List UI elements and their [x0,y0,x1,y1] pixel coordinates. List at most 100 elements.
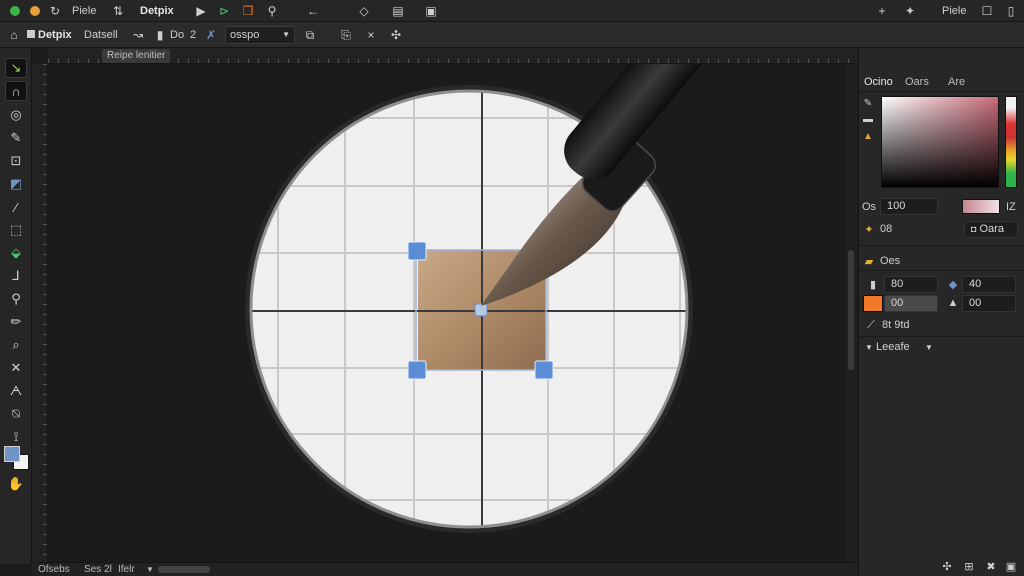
brush-mode-button[interactable]: ◘ Oara [964,221,1018,238]
hand-tool-icon[interactable]: ✋ [5,474,27,494]
more-icon[interactable]: ▯ [1003,3,1019,19]
document-icon[interactable]: ▤ [390,3,406,19]
ellipse-tool-icon[interactable]: ◎ [5,105,27,125]
curve-icon[interactable]: ↝ [130,27,146,43]
window-orange-dot[interactable] [30,6,40,16]
field-c[interactable]: 00 [884,295,938,312]
current-color-preview[interactable] [962,199,1000,214]
arrow-left-icon[interactable]: ← [305,3,321,19]
drop-icon: ◆ [948,278,958,291]
mode-select[interactable]: osspo ▼ [225,26,295,44]
diamond-icon[interactable]: ◇ [356,3,372,19]
text-tool-icon[interactable]: ⅃ [5,266,27,286]
canvas-area[interactable] [48,64,858,564]
field-d[interactable]: 00 [962,295,1016,312]
horizontal-scroll-thumb[interactable] [158,566,210,573]
maximize-icon[interactable]: ☐ [979,3,995,19]
menu-file[interactable]: Piele [72,3,96,19]
layers-section-title[interactable]: Leeafe [876,340,910,354]
tab-swatches[interactable]: Oars [905,75,929,89]
layer-icon: ▮ [869,278,877,291]
transform-icon[interactable]: ⇅ [110,3,126,19]
pen-tool-icon[interactable]: ✎ [5,128,27,148]
clone-tool-icon[interactable]: ⟟ [5,427,27,447]
layers-copy-icon[interactable]: ❐ [240,3,256,19]
refresh-icon[interactable]: ↻ [47,3,63,19]
foreground-color-swatch[interactable] [4,446,20,462]
picker-fill-icon[interactable]: ▲ [862,130,874,142]
vertical-scroll-thumb[interactable] [848,250,854,370]
group-icon[interactable]: ⊞ [962,559,976,573]
document-tab-icon [27,30,35,38]
chevron-down-icon[interactable]: ▼ [922,340,936,354]
crop-tool-icon[interactable]: ⊡ [5,151,27,171]
run-icon[interactable]: ⊳ [216,3,232,19]
options-bar: ⌂ Detpix Datsell ↝ ▮ Do 2 ✗ osspo ▼ ⧉ ⎘ … [0,22,1024,48]
section-title: Oes [880,255,901,267]
app-name: Detpix [140,5,174,17]
transform-tool-icon[interactable]: ✕ [5,358,27,378]
folder-icon: ▰ [864,255,874,268]
panel-divider [858,245,1024,246]
mode-select-value: osspo [230,29,260,41]
zoom-tool-icon[interactable]: ⌕ [5,335,27,355]
do-value[interactable]: 2 [190,27,196,43]
mask-icon[interactable]: ✖ [984,559,998,573]
center-anchor[interactable] [474,303,488,317]
select-tool-icon[interactable]: ⬚ [5,220,27,240]
close-icon[interactable]: × [363,27,379,43]
window-green-dot[interactable] [10,6,20,16]
panel-divider [858,336,1024,337]
move-icon[interactable]: ✣ [388,27,404,43]
brush-tool-icon[interactable]: ∕ [5,197,27,217]
opacity-input[interactable]: 100 [880,198,938,215]
eyedropper-tool-icon[interactable]: ⚲ [5,289,27,309]
play-icon[interactable]: ▶ [193,3,209,19]
panel-divider [858,91,1024,92]
delete-icon[interactable]: ▣ [1004,559,1018,573]
active-color-chip[interactable] [863,295,883,312]
frame-icon[interactable]: ▮ [152,27,168,43]
field-a[interactable]: 80 [884,276,938,293]
star-icon[interactable]: ✦ [902,3,918,19]
cross-icon[interactable]: ✗ [203,27,219,43]
picker-eyedropper-icon[interactable]: ✎ [862,97,874,109]
resize-handle-bottom-right[interactable] [534,360,554,380]
color-hue-slider[interactable] [1005,96,1017,188]
menu-right[interactable]: Piele [942,3,966,19]
do-label: Do [170,29,185,41]
color-saturation-field[interactable] [881,96,999,188]
resize-handle-top-left[interactable] [407,241,427,261]
resize-handle-bottom-left[interactable] [407,360,427,380]
new-layer-icon[interactable]: ✣ [940,559,954,573]
status-item-1: Ofsebs [38,564,70,575]
brush-size-value[interactable]: 08 [880,222,892,236]
dodge-tool-icon[interactable]: ⍉ [5,404,27,424]
collapse-icon[interactable]: ▼ [862,340,876,354]
pin-icon[interactable]: ⚲ [264,3,280,19]
tool-tooltip: Reipe lenitier [102,49,171,63]
tab-other[interactable]: Are [948,75,965,89]
flow-brush-icon: ⟋ [867,318,875,331]
status-chevron-icon[interactable]: ▼ [146,564,154,576]
chevron-down-icon: ▼ [282,30,290,39]
pencil-tool-icon[interactable]: ✏ [5,312,27,332]
home-icon[interactable]: ⌂ [6,27,22,43]
gradient-tool-icon[interactable]: ◩ [5,174,27,194]
smudge-tool-icon[interactable]: ᗅ [5,381,27,401]
status-item-3[interactable]: Ifelr [118,564,135,576]
add-icon[interactable]: + [874,3,890,19]
document-tab[interactable]: Detpix [27,27,72,43]
lasso-tool-icon[interactable]: ∩ [5,81,27,101]
fill-tool-icon[interactable]: ⬙ [5,243,27,263]
field-b[interactable]: 40 [962,276,1016,293]
save-icon[interactable]: ▣ [423,3,439,19]
picker-swatch-icon[interactable]: ▬ [862,113,874,125]
tab-color[interactable]: Ocino [864,75,893,89]
stamp-icon[interactable]: ⎘ [338,27,354,43]
canvas-artwork [245,64,708,533]
flow-label: 8t 9td [882,319,910,331]
link-icon[interactable]: ⧉ [302,27,318,43]
move-tool-icon[interactable]: ↘ [5,58,27,78]
brush-star-icon: ✦ [864,223,874,236]
